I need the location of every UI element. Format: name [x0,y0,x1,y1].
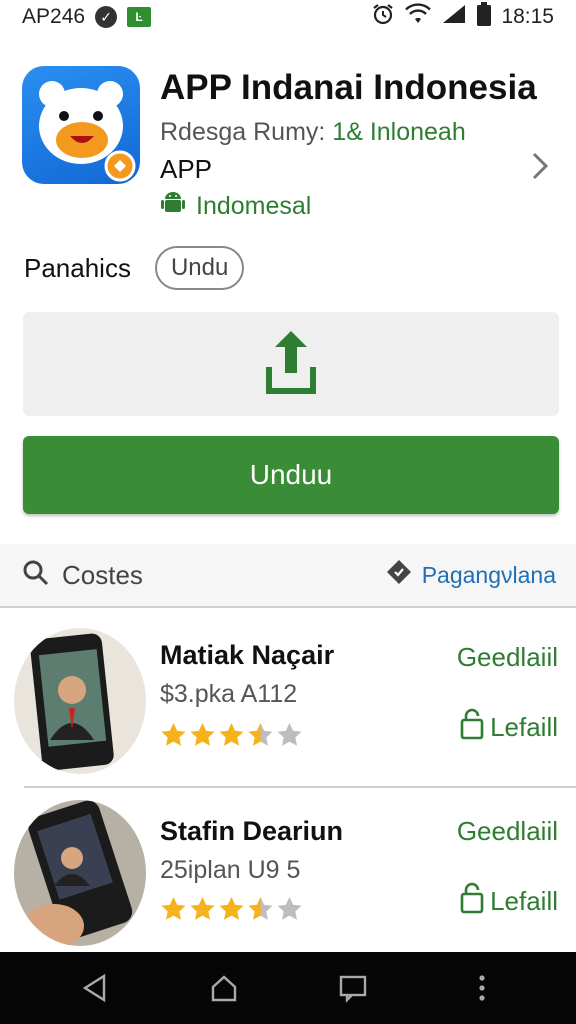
search-icon [22,559,50,592]
star-empty-icon [277,723,302,746]
item-title: Stafin Deariun [160,816,344,846]
star-icon [190,723,215,746]
developer-name: Indomesal [196,192,312,220]
star-icon [219,723,244,746]
list-item[interactable]: Matiak Naçair $3.pka A112 Geedlaiil Lefa… [0,620,576,790]
star-rating [160,722,303,748]
system-nav-bar [0,952,576,1024]
list-item[interactable]: Stafin Deariun 25iplan U9 5 Geedlaiil Le… [0,794,576,964]
app-logo-icon [22,66,140,184]
share-icon [265,327,317,402]
app-subtitle-highlight: 1& Inloneah [332,118,466,146]
item-button[interactable]: Lefaill [460,708,558,747]
item-thumbnail [14,800,146,946]
back-icon[interactable] [70,963,120,1013]
category-row: Panahics Undu [24,246,245,290]
app-title: APP Indanai Indonesia [160,68,537,107]
app-subtitle-line2: APP [160,154,213,184]
developer-row[interactable]: Indomesal [160,190,311,223]
green-notification-icon: Ŀ [127,7,152,27]
status-bar: AP246 ✓ Ŀ 18:15 [0,0,576,34]
carrier-label: AP246 [22,5,86,28]
item-button-label: Lefaill [490,886,558,916]
star-icon [161,897,186,920]
clock-time: 18:15 [501,5,554,28]
category-label: Panahics [24,252,131,283]
app-subtitle: Rdesga Rumy: 1& Inloneah [160,118,466,147]
more-options-icon[interactable] [457,963,507,1013]
search-bar[interactable]: Costes Pagangνlana [0,544,576,608]
item-title: Matiak Naçair [160,640,335,670]
chevron-right-icon[interactable] [524,148,554,184]
pagination-link[interactable]: Pagangνlana [386,559,556,591]
item-thumbnail [14,628,146,774]
search-label: Costes [62,559,143,590]
lock-icon [460,708,484,747]
item-action-link[interactable]: Geedlaiil [457,642,558,673]
item-button[interactable]: Lefaill [460,882,558,921]
star-rating [160,896,303,922]
recents-icon[interactable] [328,963,378,1013]
item-meta: 25iplan U9 5 [160,856,301,884]
share-button[interactable] [23,312,559,416]
diamond-tag-icon [386,559,412,591]
star-half-icon [248,897,273,920]
alarm-icon [371,2,395,32]
star-empty-icon [277,897,302,920]
check-circle-icon: ✓ [95,6,118,28]
wifi-icon [405,3,432,31]
android-icon [160,190,186,223]
star-icon [219,897,244,920]
pagination-link-label: Pagangνlana [421,561,556,588]
download-button[interactable]: Unduu [23,436,559,514]
category-chip[interactable]: Undu [154,246,245,290]
star-icon [190,897,215,920]
signal-icon [441,3,467,31]
item-meta: $3.pka A112 [160,680,298,708]
star-icon [161,723,186,746]
star-half-icon [248,723,273,746]
app-subtitle-prefix: Rdesga Rumy: [160,118,333,146]
app-header[interactable]: APP Indanai Indonesia Rdesga Rumy: 1& In… [22,64,554,224]
item-action-link[interactable]: Geedlaiil [457,816,558,847]
battery-icon [477,2,492,32]
lock-icon [460,882,484,921]
home-icon[interactable] [199,963,249,1013]
list-divider [24,786,576,788]
item-button-label: Lefaill [490,712,558,742]
